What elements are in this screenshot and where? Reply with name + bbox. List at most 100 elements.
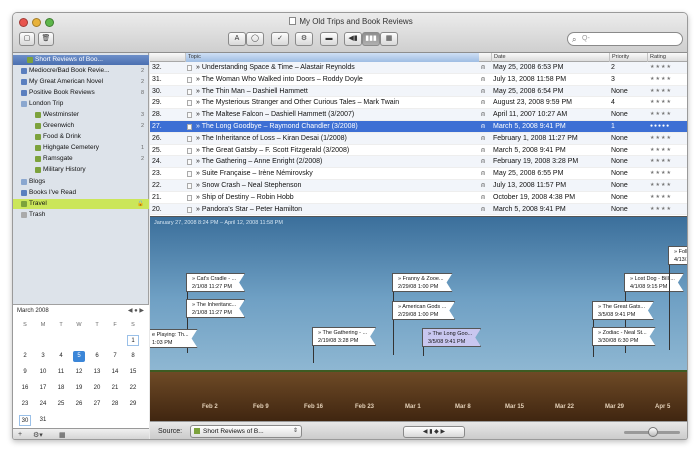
table-row[interactable]: 21. » Ship of Destiny – Robin Hobb October…: [150, 192, 687, 204]
timeline-flag[interactable]: » The Inheritanc... 2/1/08 11:27 PM: [186, 299, 245, 318]
rating-stars[interactable]: ★★★★: [650, 204, 672, 216]
row-checkbox[interactable]: [187, 147, 192, 154]
font-button[interactable]: A: [228, 32, 246, 46]
calendar-day[interactable]: 4: [55, 351, 67, 362]
table-row[interactable]: 27. » The Long Goodbye – Raymond Chandler…: [150, 121, 687, 133]
calendar-day[interactable]: 13: [91, 367, 103, 378]
calendar-day[interactable]: 29: [127, 399, 139, 410]
row-checkbox[interactable]: [187, 183, 192, 189]
calendar-day[interactable]: 23: [19, 399, 31, 410]
column-topic[interactable]: Topic: [185, 53, 479, 62]
row-checkbox[interactable]: [187, 206, 192, 213]
timeline-flag[interactable]: » Lost Dog - Bill ... 4/1/08 9:15 PM: [624, 273, 684, 292]
sidebar-item[interactable]: Military History: [13, 165, 149, 175]
table-row[interactable]: 25. » The Great Gatsby – F. Scott Fitzger…: [150, 145, 687, 157]
new-note-button[interactable]: ▢: [19, 32, 35, 46]
action-button[interactable]: ⚙: [295, 32, 313, 46]
calendar-day[interactable]: 16: [19, 383, 31, 394]
calendar-day[interactable]: 18: [55, 383, 67, 394]
sidebar-item[interactable]: Westminster 3: [13, 110, 149, 120]
calendar-day[interactable]: 5: [73, 351, 85, 362]
column-date[interactable]: Date: [491, 53, 609, 62]
view-single-button[interactable]: ▬: [320, 32, 338, 46]
sidebar-item[interactable]: Positive Book Reviews 8: [13, 88, 149, 98]
calendar-day[interactable]: 10: [37, 367, 49, 378]
row-checkbox[interactable]: [187, 76, 192, 83]
row-checkbox[interactable]: [187, 88, 192, 95]
sidebar-item[interactable]: Blogs: [13, 177, 149, 187]
row-checkbox[interactable]: [187, 112, 192, 119]
calendar-day[interactable]: 8: [127, 351, 139, 362]
calendar-day[interactable]: 27: [91, 399, 103, 410]
sidebar-item[interactable]: Short Reviews of Boo...: [13, 55, 149, 65]
action-icon[interactable]: ⚙▾: [33, 431, 43, 439]
sidebar-item[interactable]: Highgate Cemetery 1: [13, 143, 149, 153]
calendar-day[interactable]: 3: [37, 351, 49, 362]
column-rating[interactable]: Rating: [647, 53, 687, 62]
calendar-day[interactable]: 22: [127, 383, 139, 394]
calendar-day[interactable]: 12: [73, 367, 85, 378]
row-checkbox[interactable]: [187, 194, 192, 201]
timeline-flag[interactable]: » Zodiac - Neal St... 3/30/08 6:30 PM: [592, 327, 656, 346]
sidebar-item[interactable]: Books I've Read: [13, 188, 149, 198]
trash-button[interactable]: 🗑: [38, 32, 54, 46]
calendar-day[interactable]: 15: [127, 367, 139, 378]
table-row[interactable]: 28. » The Maltese Falcon – Dashiell Hamme…: [150, 109, 687, 121]
calendar-day[interactable]: 6: [91, 351, 103, 362]
timeline-flag[interactable]: » Franny & Zooe... 2/29/08 1:00 PM: [392, 273, 453, 292]
sidebar-item[interactable]: Mediocre/Bad Book Revie... 2: [13, 66, 149, 76]
calendar-day[interactable]: 7: [109, 351, 121, 362]
timeline-flag[interactable]: » Cat's Cradle - ... 2/1/08 11:27 PM: [186, 273, 245, 292]
calendar-day[interactable]: 21: [109, 383, 121, 394]
table-row[interactable]: 31. » The Woman Who Walked into Doors – R…: [150, 74, 687, 86]
sidebar-item[interactable]: Travel 🔒: [13, 199, 149, 209]
rating-stars[interactable]: ★★★★: [650, 133, 672, 145]
zoom-slider-knob[interactable]: [648, 427, 658, 437]
table-row[interactable]: 24. » The Gathering – Anne Enright (2/200…: [150, 156, 687, 169]
color-button[interactable]: ◯: [246, 32, 264, 46]
calendar-nav[interactable]: ◀ ● ▶: [128, 307, 144, 314]
sidebar-item[interactable]: Trash: [13, 210, 149, 220]
calendar-day[interactable]: 17: [37, 383, 49, 394]
view-timeline-button[interactable]: ▮▮▮: [362, 32, 380, 46]
calendar-day[interactable]: 2: [19, 351, 31, 362]
source-popup[interactable]: Short Reviews of B... ⇕: [190, 425, 302, 438]
timeline-flag[interactable]: e Playing: Th... 1:03 PM: [150, 329, 198, 348]
rating-stars[interactable]: ★★★★: [650, 168, 672, 180]
timeline-nav-buttons[interactable]: ◀ ▮ ◆ ▶: [403, 426, 465, 438]
calendar-day[interactable]: 11: [55, 367, 67, 378]
checkbox-button[interactable]: ✓: [271, 32, 289, 46]
row-checkbox[interactable]: [187, 171, 192, 178]
table-row[interactable]: 23. » Suite Française – Irène Némirovsky M…: [150, 168, 687, 180]
row-checkbox[interactable]: [187, 124, 192, 130]
calendar-day[interactable]: 20: [91, 383, 103, 394]
timeline-flag[interactable]: » The Gathering - ... 2/19/08 3:28 PM: [312, 327, 376, 346]
sidebar-item[interactable]: Greenwich 2: [13, 121, 149, 131]
add-icon[interactable]: +: [18, 431, 22, 438]
calendar-day[interactable]: 24: [37, 399, 49, 410]
calendar-day[interactable]: 25: [55, 399, 67, 410]
calendar-day[interactable]: 1: [127, 335, 139, 346]
rating-stars[interactable]: ●●●●●: [650, 121, 670, 133]
row-checkbox[interactable]: [187, 65, 192, 71]
rating-stars[interactable]: ★★★★: [650, 74, 672, 86]
sidebar-item[interactable]: Ramsgate 2: [13, 154, 149, 164]
search-input[interactable]: ⌕ Q-: [567, 32, 683, 46]
sidebar-item[interactable]: My Great American Novel 2: [13, 77, 149, 87]
calendar-day[interactable]: 19: [73, 383, 85, 394]
sidebar-item[interactable]: Food & Drink: [13, 132, 149, 142]
table-row[interactable]: 22. » Snow Crash – Neal Stephenson July 13…: [150, 180, 687, 192]
zoom-slider[interactable]: [624, 427, 680, 437]
table-row[interactable]: 32. » Understanding Space & Time – Alasta…: [150, 62, 687, 74]
calendar-day[interactable]: 14: [109, 367, 121, 378]
table-row[interactable]: 30. » The Thin Man – Dashiell Hammett May …: [150, 85, 687, 98]
timeline-flag[interactable]: » The Great Gats... 3/5/08 9:41 PM: [592, 301, 654, 320]
timeline-flag[interactable]: » Foll... 4/13/...: [668, 246, 688, 265]
rating-stars[interactable]: ★★★★: [650, 180, 672, 192]
rating-stars[interactable]: ★★★★: [650, 109, 672, 121]
calendar-day[interactable]: 31: [37, 415, 49, 426]
calendar-day[interactable]: 28: [109, 399, 121, 410]
row-checkbox[interactable]: [187, 159, 192, 166]
grid-icon[interactable]: ▦: [59, 431, 66, 439]
table-row[interactable]: 29. » The Mysterious Stranger and Other C…: [150, 97, 687, 110]
